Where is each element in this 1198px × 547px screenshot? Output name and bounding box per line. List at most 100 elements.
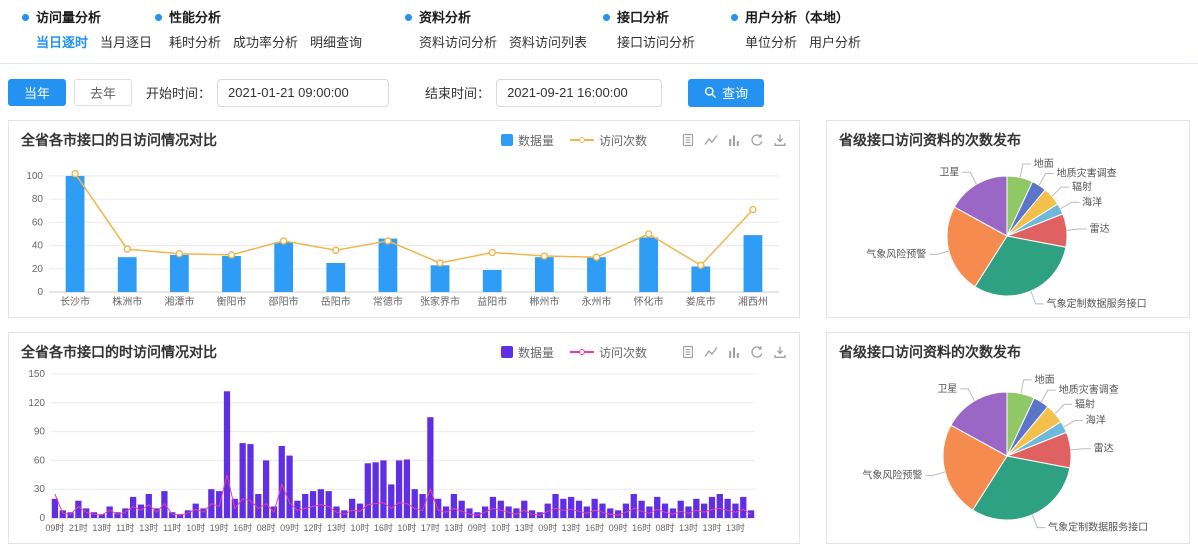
panel-province-pie-1: 省级接口访问资料的次数发布 地面地质灾害调查辐射海洋雷达气象定制数据服务接口气象… xyxy=(826,120,1190,318)
hourly-bar-line-chart[interactable]: 030609012015009时21时13时11时13时11时10时19时16时… xyxy=(17,366,791,538)
panel-title: 全省各市接口的时访问情况对比 xyxy=(21,342,217,362)
svg-text:卫星: 卫星 xyxy=(937,383,957,395)
nav-item-success-rate[interactable]: 成功率分析 xyxy=(233,32,298,51)
svg-text:辐射: 辐射 xyxy=(1072,180,1092,193)
svg-text:湘潭市: 湘潭市 xyxy=(164,295,194,308)
svg-text:常德市: 常德市 xyxy=(373,295,403,308)
nav-item-time-cost[interactable]: 耗时分析 xyxy=(169,32,221,51)
nav-item-user-analysis[interactable]: 用户分析 xyxy=(809,32,861,51)
legend-visit-count[interactable]: 访问次数 xyxy=(570,132,647,149)
svg-text:地面: 地面 xyxy=(1035,373,1055,386)
nav-item-data-access-analysis[interactable]: 资料访问分析 xyxy=(419,32,497,51)
svg-text:17时: 17时 xyxy=(421,522,440,533)
svg-text:13时: 13时 xyxy=(562,522,581,533)
svg-text:09时: 09时 xyxy=(468,522,487,533)
bar-chart-icon[interactable] xyxy=(727,133,741,147)
save-image-icon[interactable] xyxy=(773,133,787,147)
svg-text:21时: 21时 xyxy=(69,522,88,533)
daily-bar-line-chart[interactable]: 020406080100长沙市株洲市湘潭市衡阳市邵阳市岳阳市常德市张家界市益阳市… xyxy=(17,154,791,312)
nav-item-today-hourly[interactable]: 当日逐时 xyxy=(36,32,88,51)
nav-item-data-access-list[interactable]: 资料访问列表 xyxy=(509,32,587,51)
panel-hourly-comparison: 全省各市接口的时访问情况对比 数据量 访问次数 xyxy=(8,332,800,544)
svg-text:张家界市: 张家界市 xyxy=(420,295,460,308)
restore-icon[interactable] xyxy=(750,133,764,147)
svg-text:08时: 08时 xyxy=(257,522,276,533)
svg-text:80: 80 xyxy=(32,194,44,205)
svg-text:邵阳市: 邵阳市 xyxy=(269,295,299,308)
magnifier-icon xyxy=(704,86,717,99)
bar-chart-icon[interactable] xyxy=(727,345,741,359)
svg-text:12时: 12时 xyxy=(304,522,323,533)
svg-text:气象定制数据服务接口: 气象定制数据服务接口 xyxy=(1047,297,1147,310)
legend-bar-marker xyxy=(501,346,513,358)
nav-group-title: 用户分析（本地） xyxy=(745,10,861,25)
panel-title: 省级接口访问资料的次数发布 xyxy=(839,130,1021,150)
chart-legend: 数据量 访问次数 xyxy=(501,132,647,149)
restore-icon[interactable] xyxy=(750,345,764,359)
chart-toolbox xyxy=(681,345,787,359)
svg-text:岳阳市: 岳阳市 xyxy=(321,295,351,308)
line-chart-icon[interactable] xyxy=(704,345,718,359)
svg-text:09时: 09时 xyxy=(609,522,628,533)
this-year-button[interactable]: 当年 xyxy=(8,79,66,106)
svg-text:60: 60 xyxy=(32,217,44,228)
panel-title: 省级接口访问资料的次数发布 xyxy=(839,342,1021,362)
start-time-label: 开始时间： xyxy=(146,83,211,102)
nav-group-title: 资料分析 xyxy=(419,10,587,25)
nav-item-org-analysis[interactable]: 单位分析 xyxy=(745,32,797,51)
svg-text:150: 150 xyxy=(28,369,45,380)
province-access-pie-chart[interactable]: 地面地质灾害调查辐射海洋雷达气象定制数据服务接口气象风险预警卫星 xyxy=(829,366,1187,538)
last-year-button[interactable]: 去年 xyxy=(74,79,132,106)
svg-text:30: 30 xyxy=(34,484,46,495)
svg-text:长沙市: 长沙市 xyxy=(60,295,90,308)
svg-text:株洲市: 株洲市 xyxy=(112,295,142,308)
svg-text:13时: 13时 xyxy=(515,522,534,533)
panel-daily-comparison: 全省各市接口的日访问情况对比 数据量 访问次数 xyxy=(8,120,800,318)
province-access-pie-chart[interactable]: 地面地质灾害调查辐射海洋雷达气象定制数据服务接口气象风险预警卫星 xyxy=(829,154,1187,312)
svg-text:13时: 13时 xyxy=(92,522,111,533)
save-image-icon[interactable] xyxy=(773,345,787,359)
nav-item-detail-query[interactable]: 明细查询 xyxy=(310,32,362,51)
search-button[interactable]: 查询 xyxy=(688,79,764,107)
svg-text:40: 40 xyxy=(32,241,44,252)
svg-text:永州市: 永州市 xyxy=(582,295,612,308)
start-time-input[interactable] xyxy=(217,79,389,107)
nav-bullet-icon xyxy=(155,14,162,21)
nav-item-month-daily[interactable]: 当月逐日 xyxy=(100,32,152,51)
svg-text:卫星: 卫星 xyxy=(939,166,959,178)
svg-text:0: 0 xyxy=(37,287,43,298)
svg-text:郴州市: 郴州市 xyxy=(529,295,559,308)
svg-text:气象定制数据服务接口: 气象定制数据服务接口 xyxy=(1048,521,1148,534)
line-chart-icon[interactable] xyxy=(704,133,718,147)
legend-data-volume[interactable]: 数据量 xyxy=(501,344,554,361)
chart-legend: 数据量 访问次数 xyxy=(501,344,647,361)
svg-text:衡阳市: 衡阳市 xyxy=(217,295,247,308)
nav-group-title: 访问量分析 xyxy=(36,10,152,25)
svg-text:08时: 08时 xyxy=(656,522,675,533)
svg-text:16时: 16时 xyxy=(585,522,604,533)
svg-text:11时: 11时 xyxy=(163,522,181,533)
svg-text:19时: 19时 xyxy=(210,522,229,533)
data-view-icon[interactable] xyxy=(681,345,695,359)
svg-text:海洋: 海洋 xyxy=(1086,414,1106,427)
nav-item-interface-access-analysis[interactable]: 接口访问分析 xyxy=(617,32,695,51)
end-time-input[interactable] xyxy=(496,79,662,107)
svg-text:10时: 10时 xyxy=(186,522,205,533)
svg-text:气象风险预警: 气象风险预警 xyxy=(866,247,926,260)
svg-text:16时: 16时 xyxy=(233,522,252,533)
query-toolbar: 当年 去年 开始时间： 结束时间： 查询 xyxy=(0,64,1198,108)
nav-bullet-icon xyxy=(731,14,738,21)
data-view-icon[interactable] xyxy=(681,133,695,147)
svg-text:湘西州: 湘西州 xyxy=(738,295,768,308)
svg-text:20: 20 xyxy=(32,264,44,275)
panel-province-pie-2: 省级接口访问资料的次数发布 地面地质灾害调查辐射海洋雷达气象定制数据服务接口气象… xyxy=(826,332,1190,544)
legend-data-volume[interactable]: 数据量 xyxy=(501,132,554,149)
svg-text:益阳市: 益阳市 xyxy=(477,295,507,308)
nav-bullet-icon xyxy=(22,14,29,21)
nav-group-visits: 访问量分析 当日逐时 当月逐日 xyxy=(22,10,152,51)
end-time-label: 结束时间： xyxy=(425,83,490,102)
svg-text:10时: 10时 xyxy=(350,522,369,533)
legend-line-marker xyxy=(570,139,594,141)
legend-visit-count[interactable]: 访问次数 xyxy=(570,344,647,361)
svg-text:10时: 10时 xyxy=(491,522,510,533)
